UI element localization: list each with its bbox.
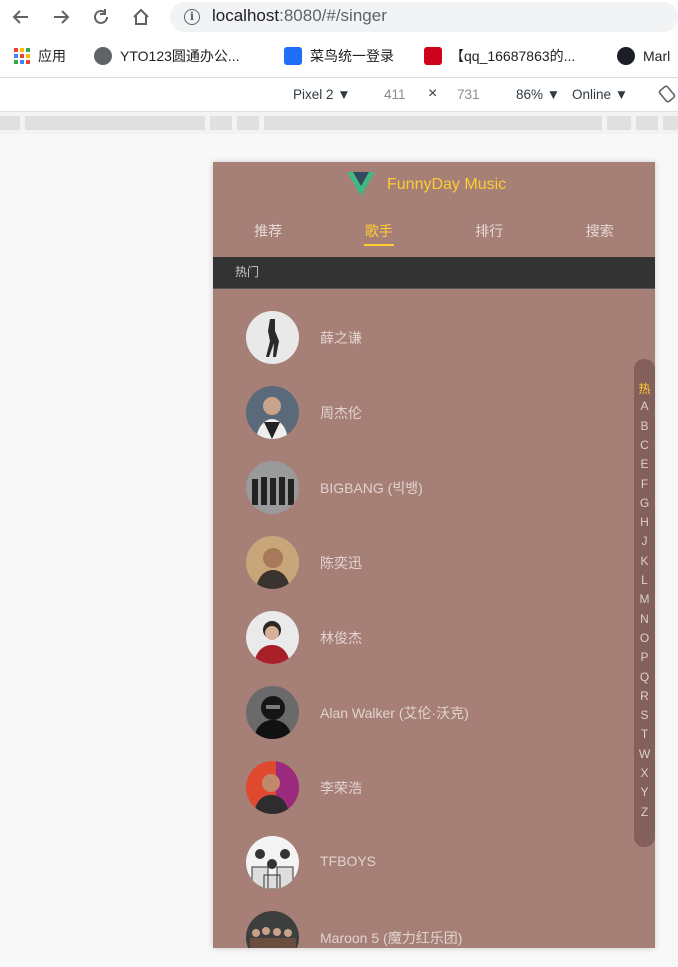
shortcut-letter[interactable]: F [634, 477, 655, 491]
shortcut-letter[interactable]: G [634, 496, 655, 510]
shortcut-letter[interactable]: 热 [634, 380, 655, 397]
group-title: 热门 [213, 257, 655, 289]
address-bar[interactable]: i localhost:8080/#/singer [170, 2, 678, 32]
shortcut-letter[interactable]: R [634, 689, 655, 703]
shortcut-letter[interactable]: A [634, 399, 655, 413]
home-icon[interactable] [128, 4, 154, 30]
tab-bar: 推荐 歌手 排行 搜索 [213, 220, 655, 254]
shortcut-letter[interactable]: B [634, 419, 655, 433]
app-title: FunnyDay Music [387, 176, 507, 193]
singer-row[interactable]: 林俊杰 [213, 598, 655, 673]
singer-name: Alan Walker (艾伦·沃克) [320, 705, 469, 721]
singer-avatar [246, 911, 299, 948]
bookmark-label: 应用 [38, 48, 66, 64]
singer-row[interactable]: 李荣浩 [213, 748, 655, 823]
tab-recommend[interactable]: 推荐 [213, 220, 324, 250]
singer-name: 李荣浩 [320, 780, 362, 796]
singer-avatar [246, 536, 299, 589]
singer-row[interactable]: 薛之谦 [213, 298, 655, 373]
shortcut-letter[interactable]: O [634, 631, 655, 645]
bookmark-yto[interactable]: YTO123圆通办公... [94, 46, 240, 66]
device-height-input[interactable]: 731 [457, 87, 480, 102]
shortcut-letter[interactable]: Z [634, 805, 655, 819]
singer-row[interactable]: 陈奕迅 [213, 523, 655, 598]
zoom-select[interactable]: 86% ▼ [516, 87, 560, 102]
singer-avatar [246, 461, 299, 514]
tab-rank[interactable]: 排行 [434, 220, 545, 250]
vue-logo-icon [347, 172, 375, 196]
shortcut-letter[interactable]: L [634, 573, 655, 587]
tab-search[interactable]: 搜索 [545, 220, 656, 250]
bookmark-csdn[interactable]: 【qq_16687863的... [424, 46, 575, 66]
shortcut-letter[interactable]: T [634, 727, 655, 741]
app-header: FunnyDay Music [213, 162, 655, 210]
apps-grid-icon [14, 48, 30, 64]
singer-name: Maroon 5 (魔力红乐团) [320, 930, 463, 946]
device-toolbar: Pixel 2 ▼ 411 × 731 86% ▼ Online ▼ [0, 78, 678, 112]
shortcut-letter[interactable]: Y [634, 785, 655, 799]
tab-singer[interactable]: 歌手 [324, 220, 435, 250]
app-viewport: FunnyDay Music 推荐 歌手 排行 搜索 热门 薛之谦 周杰伦 BI… [213, 162, 655, 948]
singer-name: 薛之谦 [320, 330, 362, 346]
singer-name: 周杰伦 [320, 405, 362, 421]
singer-avatar [246, 611, 299, 664]
csdn-icon [424, 47, 442, 65]
bookmark-github[interactable]: Marl [617, 46, 670, 66]
singer-row[interactable]: 周杰伦 [213, 373, 655, 448]
singer-row[interactable]: Maroon 5 (魔力红乐团) [213, 898, 655, 948]
url-text: localhost:8080/#/singer [212, 6, 387, 25]
device-width-input[interactable]: 411 [384, 87, 406, 102]
bookmark-label: Marl [643, 48, 671, 64]
shortcut-letter[interactable]: E [634, 457, 655, 471]
reload-icon[interactable] [88, 4, 114, 30]
singer-avatar [246, 761, 299, 814]
singer-avatar [246, 686, 299, 739]
shortcut-letter[interactable]: M [634, 592, 655, 606]
shortcut-letter[interactable]: H [634, 515, 655, 529]
browser-toolbar: i localhost:8080/#/singer [0, 0, 678, 34]
github-icon [617, 47, 635, 65]
device-select[interactable]: Pixel 2 ▼ [293, 87, 351, 102]
bookmark-apps[interactable]: 应用 [14, 46, 66, 66]
rotate-icon[interactable] [658, 85, 676, 106]
alphabet-shortcut-bar[interactable]: 热ABCEFGHJKLMNOPQRSTWXYZ [634, 359, 655, 847]
bookmark-cainiao[interactable]: 菜鸟统一登录 [284, 46, 394, 66]
shortcut-letter[interactable]: C [634, 438, 655, 452]
cainiao-icon [284, 47, 302, 65]
shortcut-letter[interactable]: P [634, 650, 655, 664]
singer-name: 林俊杰 [320, 630, 362, 646]
globe-icon [94, 47, 112, 65]
shortcut-letter[interactable]: N [634, 612, 655, 626]
forward-arrow-icon[interactable] [48, 4, 74, 30]
singer-avatar [246, 386, 299, 439]
shortcut-letter[interactable]: X [634, 766, 655, 780]
back-arrow-icon[interactable] [8, 4, 34, 30]
shortcut-letter[interactable]: W [634, 747, 655, 761]
singer-row[interactable]: Alan Walker (艾伦·沃克) [213, 673, 655, 748]
singer-name: BIGBANG (빅뱅) [320, 480, 423, 496]
bookmark-label: YTO123圆通办公... [120, 48, 240, 64]
singer-avatar [246, 311, 299, 364]
device-ruler [0, 112, 678, 134]
singer-row[interactable]: BIGBANG (빅뱅) [213, 448, 655, 523]
shortcut-letter[interactable]: S [634, 708, 655, 722]
info-icon[interactable]: i [184, 9, 200, 25]
bookmark-label: 【qq_16687863的... [450, 48, 576, 64]
singer-name: TFBOYS [320, 853, 377, 869]
shortcut-letter[interactable]: J [634, 534, 655, 548]
singer-avatar [246, 836, 299, 889]
shortcut-letter[interactable]: Q [634, 670, 655, 684]
bookmarks-bar: 应用 YTO123圆通办公... 菜鸟统一登录 【qq_16687863的...… [0, 34, 678, 78]
dimension-times: × [428, 85, 438, 102]
shortcut-letter[interactable]: K [634, 554, 655, 568]
singer-name: 陈奕迅 [320, 555, 362, 571]
singer-row[interactable]: TFBOYS [213, 823, 655, 898]
bookmark-label: 菜鸟统一登录 [310, 48, 394, 64]
network-select[interactable]: Online ▼ [572, 87, 628, 102]
